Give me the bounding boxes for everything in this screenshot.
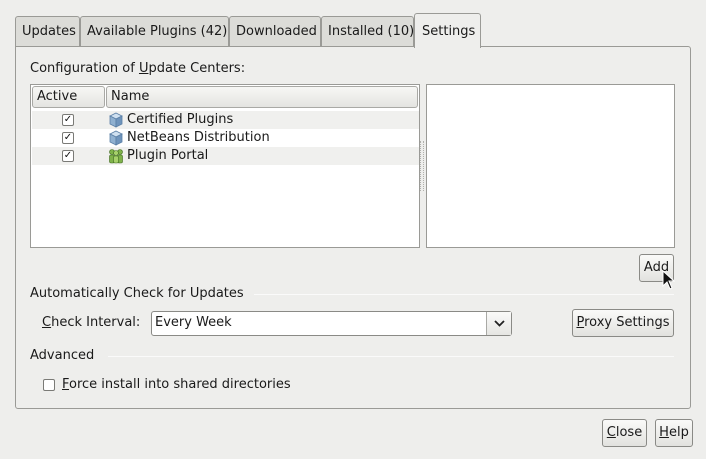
tab-installed[interactable]: Installed (10) <box>321 16 414 47</box>
update-center-details-pane <box>426 84 675 248</box>
update-centers-table: Active Name ✓ Certified Plugins ✓ NetBea… <box>30 84 424 248</box>
check-interval-value: Every Week <box>155 315 232 330</box>
mouse-cursor-icon <box>662 270 676 290</box>
tab-label: Installed (10) <box>328 24 415 39</box>
column-header-name[interactable]: Name <box>106 86 418 108</box>
check-interval-select[interactable]: Every Week <box>151 311 512 336</box>
chevron-down-icon[interactable] <box>486 312 511 335</box>
tab-settings[interactable]: Settings <box>414 13 481 48</box>
table-row[interactable]: ✓ NetBeans Distribution <box>32 129 419 147</box>
help-button[interactable]: Help <box>655 419 693 447</box>
auto-check-section-label: Automatically Check for Updates <box>30 286 244 301</box>
chevron-down-icon <box>494 320 505 327</box>
close-button[interactable]: Close <box>602 419 647 447</box>
tab-label: Settings <box>422 24 476 39</box>
tab-updates[interactable]: Updates <box>15 16 80 47</box>
advanced-section-label: Advanced <box>30 348 95 363</box>
column-header-active[interactable]: Active <box>32 86 105 108</box>
cube-icon <box>109 112 123 128</box>
tab-downloaded[interactable]: Downloaded <box>229 16 321 47</box>
section-separator <box>254 294 674 295</box>
tab-label: Updates <box>22 24 76 39</box>
tab-label: Available Plugins (42) <box>87 24 228 39</box>
tab-label: Downloaded <box>236 24 317 39</box>
check-interval-label: Check Interval: <box>42 315 141 330</box>
splitter-handle[interactable] <box>420 141 424 191</box>
table-row[interactable]: ✓ Certified Plugins <box>32 111 419 129</box>
proxy-settings-button[interactable]: Proxy Settings <box>572 309 674 337</box>
active-checkbox[interactable]: ✓ <box>62 132 74 144</box>
active-checkbox[interactable]: ✓ <box>62 150 74 162</box>
people-icon <box>109 149 123 164</box>
row-name: NetBeans Distribution <box>127 130 270 145</box>
force-install-checkbox[interactable] <box>43 379 55 391</box>
cube-icon <box>109 130 123 146</box>
section-separator <box>108 356 674 357</box>
row-name: Plugin Portal <box>127 148 209 163</box>
table-row[interactable]: ✓ Plugin Portal <box>32 147 419 165</box>
row-name: Certified Plugins <box>127 112 234 127</box>
active-checkbox[interactable]: ✓ <box>62 114 74 126</box>
force-install-label: Force install into shared directories <box>62 377 291 392</box>
update-centers-label: Configuration of Update Centers: <box>30 61 246 76</box>
tab-available-plugins[interactable]: Available Plugins (42) <box>80 16 229 47</box>
